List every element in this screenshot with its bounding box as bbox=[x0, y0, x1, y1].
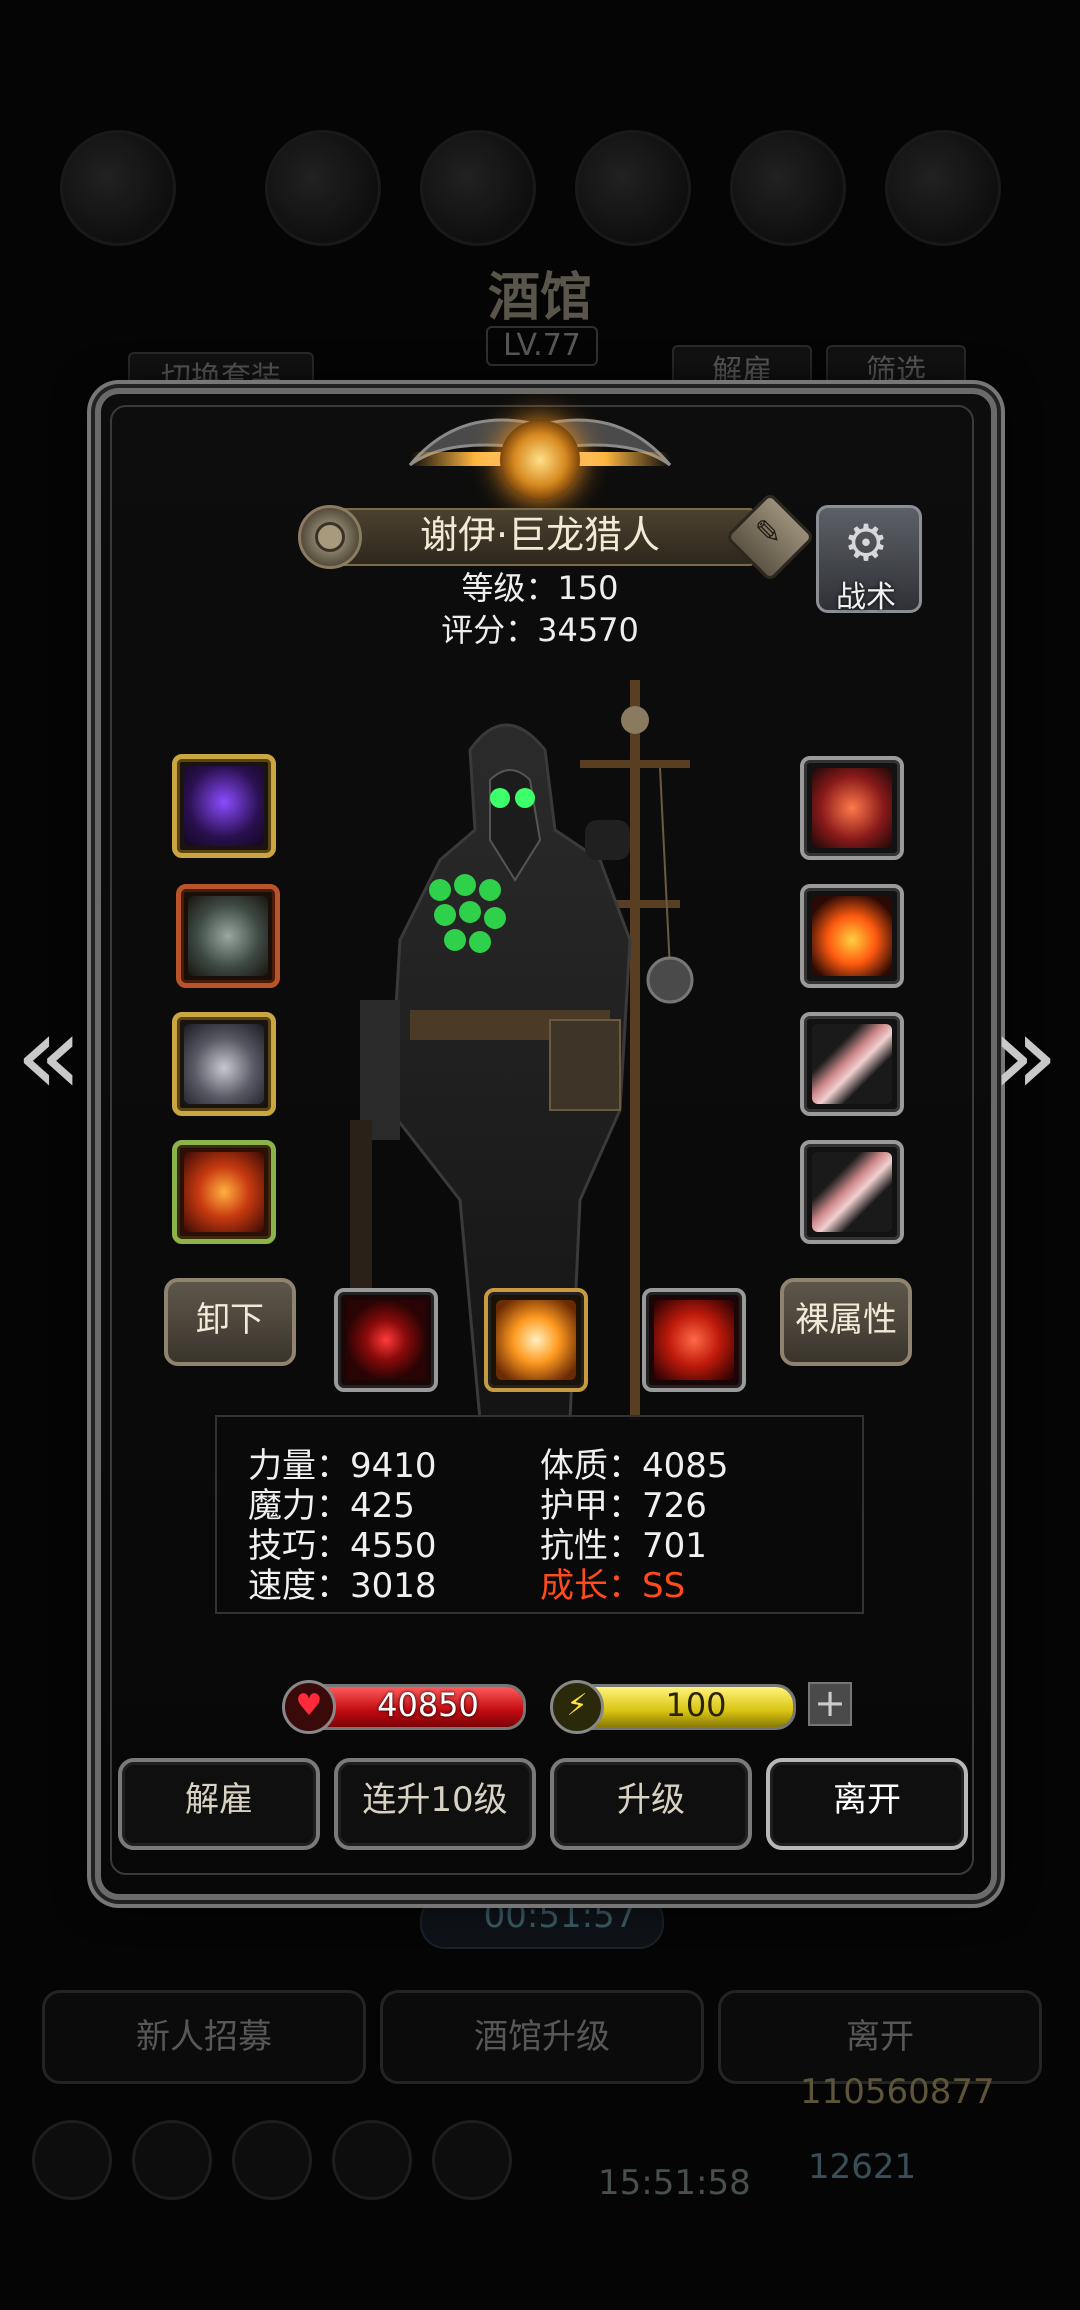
shoulder-armor-icon bbox=[188, 896, 268, 976]
hp-value: 40850 bbox=[377, 1686, 479, 1724]
energy-value: 100 bbox=[665, 1686, 727, 1724]
rank-emblem-icon bbox=[500, 420, 580, 500]
equip-slot-charm-1[interactable] bbox=[800, 1012, 904, 1116]
hero-level: 等级：150 bbox=[461, 569, 619, 607]
energy-bar: ⚡ 100 bbox=[550, 1680, 798, 1734]
recruit-button: 新人招募 bbox=[42, 1990, 366, 2084]
skill-slot-2[interactable] bbox=[484, 1288, 588, 1392]
leave-button[interactable]: 离开 bbox=[766, 1758, 968, 1850]
tavern-level: LV.77 bbox=[486, 326, 598, 366]
shop-icon bbox=[265, 130, 381, 246]
gear-icon: ⚙ bbox=[843, 514, 889, 572]
sword-tab-icon bbox=[885, 130, 1001, 246]
next-hero-arrow-icon[interactable]: » bbox=[990, 1000, 1060, 1110]
flame-staff-icon bbox=[184, 1152, 264, 1232]
equip-slot-helmet[interactable] bbox=[172, 1012, 276, 1116]
menu-icon bbox=[60, 130, 176, 246]
crosshair-skill-icon bbox=[346, 1300, 426, 1380]
equip-slot-weapon[interactable] bbox=[172, 754, 276, 858]
upgrade-tavern-button: 酒馆升级 bbox=[380, 1990, 704, 2084]
wing-tab-icon bbox=[730, 130, 846, 246]
skill-slot-1[interactable] bbox=[334, 1288, 438, 1392]
bottom-nav-icon bbox=[432, 2120, 512, 2200]
previous-hero-arrow-icon[interactable]: « bbox=[14, 1000, 84, 1110]
edit-icon: ✎ bbox=[754, 513, 782, 551]
level-up-10-button[interactable]: 连升10级 bbox=[334, 1758, 536, 1850]
skill-slot-3[interactable] bbox=[642, 1288, 746, 1392]
dismiss-button[interactable]: 解雇 bbox=[118, 1758, 320, 1850]
equip-slot-accessory[interactable] bbox=[172, 1140, 276, 1244]
bottom-nav-icon bbox=[32, 2120, 112, 2200]
dragon-heart-icon bbox=[812, 768, 892, 848]
clock: 15:51:58 bbox=[598, 2163, 751, 2203]
unequip-button[interactable]: 卸下 bbox=[164, 1278, 296, 1366]
fire-orb-icon bbox=[812, 896, 892, 976]
helmet-tab-icon bbox=[420, 130, 536, 246]
equip-slot-charm-2[interactable] bbox=[800, 1140, 904, 1244]
upgrade-button[interactable]: 升级 bbox=[550, 1758, 752, 1850]
hp-bar: ♥ 40850 bbox=[282, 1680, 528, 1734]
bottom-nav-icon bbox=[132, 2120, 212, 2200]
bare-attributes-button[interactable]: 裸属性 bbox=[780, 1278, 912, 1366]
heart-icon: ♥ bbox=[282, 1680, 336, 1734]
recruit-timer: 00:51:57 bbox=[483, 1896, 637, 1936]
bg-leave-button: 离开 bbox=[718, 1990, 1042, 2084]
pistol-icon bbox=[184, 766, 264, 846]
heal-cross-skill-icon bbox=[654, 1300, 734, 1380]
feather-icon bbox=[812, 1152, 892, 1232]
bottom-nav-icon bbox=[332, 2120, 412, 2200]
book-tab-icon bbox=[575, 130, 691, 246]
lightning-icon: ⚡ bbox=[550, 1680, 604, 1734]
gold-amount: 110560877 bbox=[800, 2072, 995, 2112]
add-energy-button[interactable]: + bbox=[808, 1682, 852, 1726]
bottom-nav-icon bbox=[232, 2120, 312, 2200]
helmet-icon bbox=[184, 1024, 264, 1104]
medal-icon[interactable] bbox=[298, 505, 362, 569]
hero-name: 谢伊·巨龙猎人 bbox=[419, 513, 661, 557]
tactics-label: 战术 bbox=[836, 580, 896, 615]
stat-speed: 速度：3018 bbox=[248, 1566, 437, 1606]
dragon-skill-icon bbox=[496, 1300, 576, 1380]
tavern-title: 酒馆 bbox=[487, 267, 592, 328]
equip-slot-orb[interactable] bbox=[800, 884, 904, 988]
equip-slot-armor[interactable] bbox=[176, 884, 280, 988]
feather-icon bbox=[812, 1024, 892, 1104]
equip-slot-ring[interactable] bbox=[800, 756, 904, 860]
stat-growth: 成长：SS bbox=[540, 1566, 686, 1606]
gem-amount: 12621 bbox=[808, 2147, 917, 2187]
